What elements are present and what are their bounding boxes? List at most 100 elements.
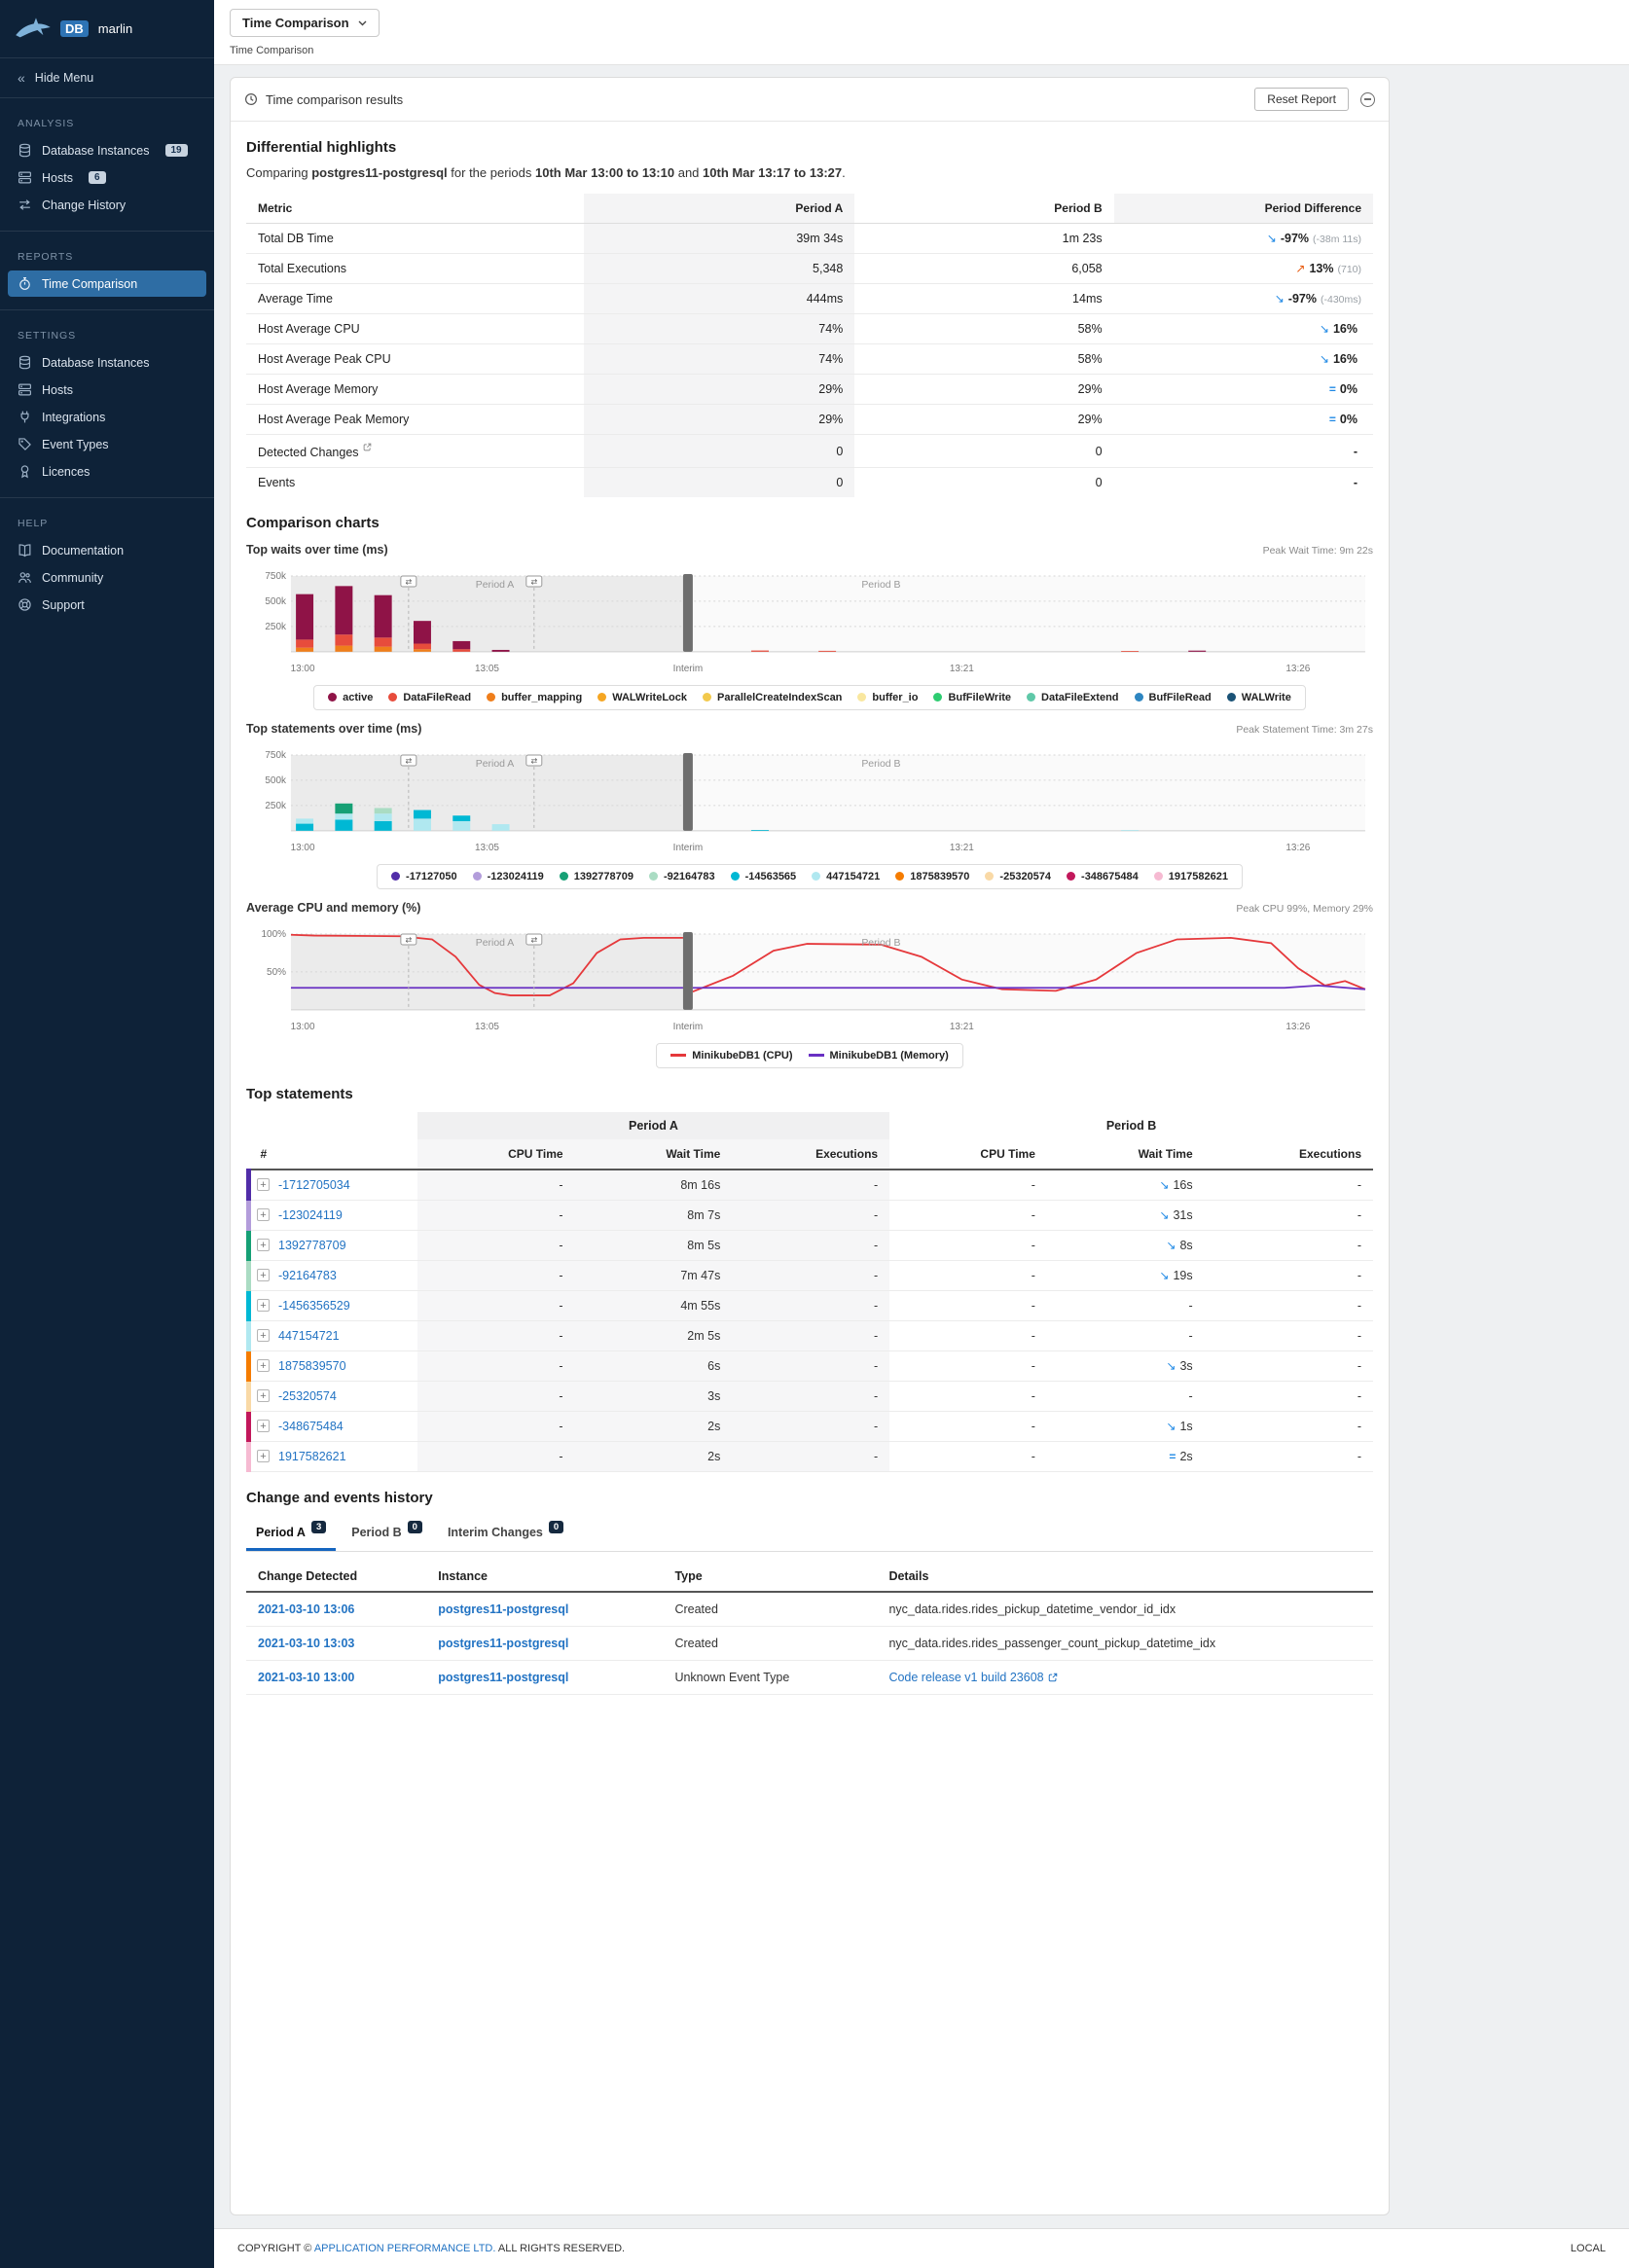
legend-item[interactable]: DataFileRead <box>388 692 471 703</box>
a-cpu-time: - <box>417 1320 575 1350</box>
period-b-panel <box>693 755 1365 831</box>
period-b-panel <box>693 934 1365 1010</box>
statement-link[interactable]: -25320574 <box>278 1389 337 1403</box>
legend-item[interactable]: 1392778709 <box>560 871 634 882</box>
sidebar-item[interactable]: Hosts <box>8 377 206 403</box>
sidebar-section: REPORTS Time Comparison <box>0 232 214 310</box>
legend-item[interactable]: -14563565 <box>731 871 797 882</box>
sidebar-item-label: Support <box>42 598 85 612</box>
expand-statement-icon[interactable]: + <box>257 1389 270 1402</box>
a-executions: - <box>732 1230 889 1260</box>
legend-item[interactable]: -25320574 <box>985 871 1051 882</box>
expand-statement-icon[interactable]: + <box>257 1299 270 1312</box>
legend-item[interactable]: -123024119 <box>473 871 544 882</box>
statement-link[interactable]: 447154721 <box>278 1329 340 1343</box>
expand-statement-icon[interactable]: + <box>257 1239 270 1251</box>
legend-item[interactable]: 1875839570 <box>895 871 969 882</box>
legend-item[interactable]: buffer_mapping <box>487 692 582 703</box>
b-executions: - <box>1205 1411 1373 1441</box>
svg-text:⇄: ⇄ <box>530 756 537 765</box>
top-statements-legend: -17127050 -123024119 1392778709 -9216478… <box>246 864 1373 889</box>
change-date-link[interactable]: 2021-03-10 13:06 <box>258 1602 354 1616</box>
expand-statement-icon[interactable]: + <box>257 1329 270 1342</box>
cpu-memory-chart-canvas[interactable]: 50%100%Period APeriod B⇄⇄13:0013:0513:21… <box>246 918 1373 1035</box>
sidebar-item[interactable]: Licences <box>8 458 206 485</box>
top-statements-chart-canvas[interactable]: 250k500k750kPeriod APeriod B⇄⇄13:0013:05… <box>246 739 1373 856</box>
expand-statement-icon[interactable]: + <box>257 1269 270 1281</box>
top-waits-chart-canvas[interactable]: 250k500k750kPeriod APeriod B⇄⇄13:0013:05… <box>246 560 1373 677</box>
legend-item[interactable]: DataFileExtend <box>1027 692 1118 703</box>
expand-statement-icon[interactable]: + <box>257 1178 270 1191</box>
legend-item[interactable]: WALWrite <box>1227 692 1291 703</box>
b-cpu-time: - <box>889 1260 1047 1290</box>
change-details-link[interactable]: Code release v1 build 23608 <box>888 1671 1057 1684</box>
interim-divider <box>683 753 693 831</box>
change-instance-link[interactable]: postgres11-postgresql <box>438 1602 568 1616</box>
sidebar-item[interactable]: Integrations <box>8 404 206 430</box>
legend-item[interactable]: -348675484 <box>1067 871 1139 882</box>
diff-table-row: Host Average Peak Memory 29% 29% =0% <box>246 405 1373 435</box>
period-b-value: 58% <box>854 344 1113 375</box>
topbar: Time Comparison Time Comparison <box>214 0 1629 65</box>
legend-item[interactable]: 447154721 <box>812 871 880 882</box>
statement-link[interactable]: 1917582621 <box>278 1450 346 1463</box>
legend-item[interactable]: MinikubeDB1 (Memory) <box>809 1050 949 1062</box>
reset-report-button[interactable]: Reset Report <box>1254 88 1349 111</box>
legend-item[interactable]: -92164783 <box>649 871 715 882</box>
expand-statement-icon[interactable]: + <box>257 1208 270 1221</box>
history-tab[interactable]: Period B 0 <box>342 1518 432 1551</box>
svg-text:13:05: 13:05 <box>475 1022 499 1032</box>
change-date-link[interactable]: 2021-03-10 13:03 <box>258 1637 354 1650</box>
bar-segment <box>296 640 313 648</box>
report-type-selector[interactable]: Time Comparison <box>230 9 380 37</box>
legend-label: buffer_mapping <box>501 692 582 703</box>
legend-item[interactable]: ParallelCreateIndexScan <box>703 692 842 703</box>
sidebar-item[interactable]: Database Instances <box>8 349 206 376</box>
sidebar-item[interactable]: Documentation <box>8 537 206 563</box>
legend-item[interactable]: 1917582621 <box>1154 871 1228 882</box>
change-instance-link[interactable]: postgres11-postgresql <box>438 1671 568 1684</box>
dbmarlin-logo[interactable]: DBmarlin <box>0 0 214 58</box>
legend-item[interactable]: BufFileWrite <box>933 692 1011 703</box>
sidebar-item[interactable]: Change History <box>8 192 206 218</box>
legend-item[interactable]: buffer_io <box>857 692 918 703</box>
expand-statement-icon[interactable]: + <box>257 1359 270 1372</box>
statement-row: + -1456356529 - 4m 55s - - - - <box>249 1290 1374 1320</box>
sidebar-item[interactable]: Event Types <box>8 431 206 457</box>
company-link[interactable]: APPLICATION PERFORMANCE LTD. <box>314 2243 496 2254</box>
statement-link[interactable]: -92164783 <box>278 1269 337 1282</box>
b-executions: - <box>1205 1200 1373 1230</box>
external-link-icon <box>363 443 372 451</box>
sidebar-item[interactable]: Hosts 6 <box>8 164 206 191</box>
svg-text:50%: 50% <box>267 967 286 978</box>
statement-link[interactable]: 1392778709 <box>278 1239 346 1252</box>
change-date-link[interactable]: 2021-03-10 13:00 <box>258 1671 354 1684</box>
a-executions: - <box>732 1200 889 1230</box>
svg-text:Period B: Period B <box>861 580 900 591</box>
legend-item[interactable]: active <box>328 692 373 703</box>
col-a-executions: Executions <box>732 1139 889 1170</box>
statement-link[interactable]: -1456356529 <box>278 1299 350 1313</box>
legend-item[interactable]: WALWriteLock <box>597 692 687 703</box>
hide-menu-button[interactable]: « Hide Menu <box>0 58 214 98</box>
statement-link[interactable]: -1712705034 <box>278 1178 350 1192</box>
sidebar-item[interactable]: Time Comparison <box>8 270 206 297</box>
statement-link[interactable]: 1875839570 <box>278 1359 346 1373</box>
sidebar-item[interactable]: Database Instances 19 <box>8 137 206 163</box>
change-instance-link[interactable]: postgres11-postgresql <box>438 1637 568 1650</box>
collapse-card-icon[interactable] <box>1360 92 1375 107</box>
legend-item[interactable]: BufFileRead <box>1135 692 1212 703</box>
statement-link[interactable]: -123024119 <box>278 1208 343 1222</box>
legend-item[interactable]: -17127050 <box>391 871 457 882</box>
statement-link[interactable]: -348675484 <box>278 1420 344 1433</box>
history-tab[interactable]: Interim Changes 0 <box>438 1518 573 1551</box>
expand-statement-icon[interactable]: + <box>257 1450 270 1462</box>
sidebar-item[interactable]: Community <box>8 564 206 591</box>
sidebar-item[interactable]: Support <box>8 592 206 618</box>
legend-item[interactable]: MinikubeDB1 (CPU) <box>670 1050 792 1062</box>
period-b-value: 0 <box>854 435 1113 468</box>
bar-segment <box>296 818 313 823</box>
history-tab[interactable]: Period A 3 <box>246 1518 336 1551</box>
expand-statement-icon[interactable]: + <box>257 1420 270 1432</box>
legend-swatch-icon <box>473 872 482 881</box>
